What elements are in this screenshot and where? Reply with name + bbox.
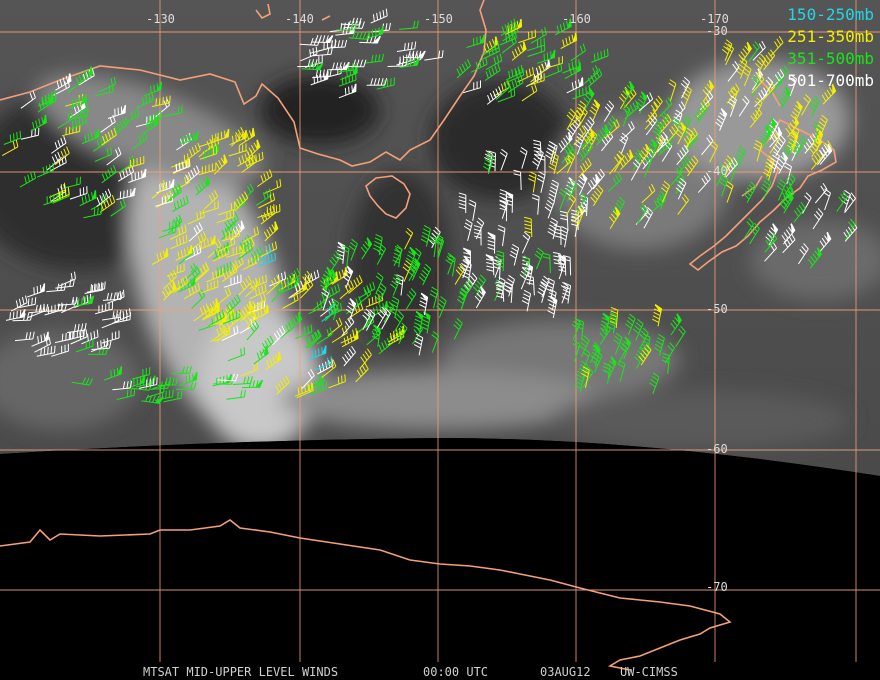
lat-label-60: -60 [706, 442, 728, 456]
footer-date: 03AUG12 [540, 665, 591, 679]
footer-source: UW-CIMSS [620, 665, 678, 679]
legend-351-500: 351-500mb [787, 49, 874, 68]
lon-label-130: -130 [146, 12, 175, 26]
footer-bar: MTSAT MID-UPPER LEVEL WINDS 00:00 UTC 03… [0, 662, 880, 680]
satellite-map [0, 0, 880, 680]
lat-label-30: -30 [706, 24, 728, 38]
lon-label-150: -150 [424, 12, 453, 26]
legend-150-250: 150-250mb [787, 5, 874, 24]
lon-label-140: -140 [285, 12, 314, 26]
lat-label-50: -50 [706, 302, 728, 316]
lat-label-70: -70 [706, 580, 728, 594]
legend-251-350: 251-350mb [787, 27, 874, 46]
lon-label-160: -160 [562, 12, 591, 26]
footer-product: MTSAT MID-UPPER LEVEL WINDS [143, 665, 339, 679]
footer-time: 00:00 UTC [423, 665, 489, 679]
lat-label-40: -40 [706, 164, 728, 178]
pressure-legend: 150-250mb 251-350mb 351-500mb 501-700mb [787, 4, 874, 92]
legend-501-700: 501-700mb [787, 71, 874, 90]
